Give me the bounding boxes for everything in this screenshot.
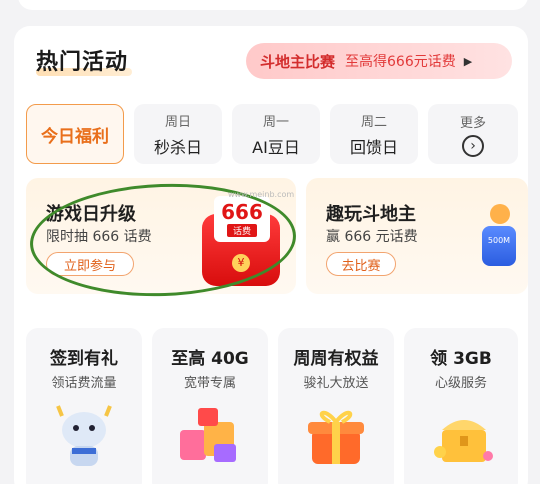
data-pack-icon: 500M [482, 226, 516, 266]
tab-label: AI豆日 [252, 137, 300, 157]
mascot-icon [56, 405, 112, 466]
gift-cubes-icon [180, 408, 236, 462]
tab-monday[interactable]: 周一 AI豆日 [232, 104, 320, 164]
tab-label: 回馈日 [349, 137, 398, 157]
watermark-text: www.meinb.com [228, 190, 295, 199]
feature-subtitle: 宽带专属 [183, 376, 236, 391]
feature-title: 签到有礼 [50, 349, 118, 369]
card-title: 趣玩斗地主 [326, 204, 416, 225]
gift-box-icon [308, 410, 364, 464]
coin-decoration-icon [490, 204, 510, 224]
promo-subtitle: 至高得666元话费 [345, 54, 456, 70]
feature-weekly-rights[interactable]: 周周有权益 骏礼大放送 [278, 328, 394, 484]
feature-title: 至高 40G [171, 349, 249, 369]
tab-label: 秒杀日 [153, 137, 202, 157]
feature-title: 周周有权益 [293, 349, 379, 369]
day-tabs: 今日福利 周日 秒杀日 周一 AI豆日 周二 回馈日 更多 › [26, 104, 518, 166]
data-pack-label: 500M [487, 236, 511, 245]
feature-3gb[interactable]: 领 3GB 心级服务 [404, 328, 518, 484]
tab-today-benefits[interactable]: 今日福利 [26, 104, 124, 164]
feature-subtitle: 骏礼大放送 [303, 376, 369, 391]
feature-subtitle: 心级服务 [434, 376, 487, 391]
previous-card [18, 0, 528, 10]
card-subtitle: 赢 666 元话费 [326, 229, 418, 245]
promo-title: 斗地主比赛 [260, 52, 336, 71]
feature-subtitle: 领话费流量 [51, 376, 117, 391]
tab-day: 周二 [360, 114, 387, 130]
feature-title: 领 3GB [430, 349, 492, 369]
tab-more[interactable]: 更多 › [428, 104, 518, 164]
feature-checkin[interactable]: 签到有礼 领话费流量 [26, 328, 142, 484]
tab-sunday[interactable]: 周日 秒杀日 [134, 104, 222, 164]
tab-tuesday[interactable]: 周二 回馈日 [330, 104, 418, 164]
go-contest-button[interactable]: 去比赛 [326, 252, 396, 276]
tab-day: 周日 [164, 114, 191, 130]
treasure-chest-icon [434, 420, 493, 462]
landlord-game-card[interactable]: 趣玩斗地主 赢 666 元话费 去比赛 500M [306, 178, 528, 294]
tab-label: 更多 [459, 115, 486, 131]
tab-day: 周一 [262, 114, 289, 130]
feature-broadband[interactable]: 至高 40G 宽带专属 [152, 328, 268, 484]
section-title: 热门活动 [36, 50, 129, 75]
landlord-contest-banner[interactable]: 斗地主比赛 至高得666元话费 ▶ [246, 43, 512, 79]
tab-label: 今日福利 [41, 126, 109, 147]
play-arrow-icon: ▶ [463, 54, 473, 68]
chevron-right-icon: › [462, 134, 484, 157]
